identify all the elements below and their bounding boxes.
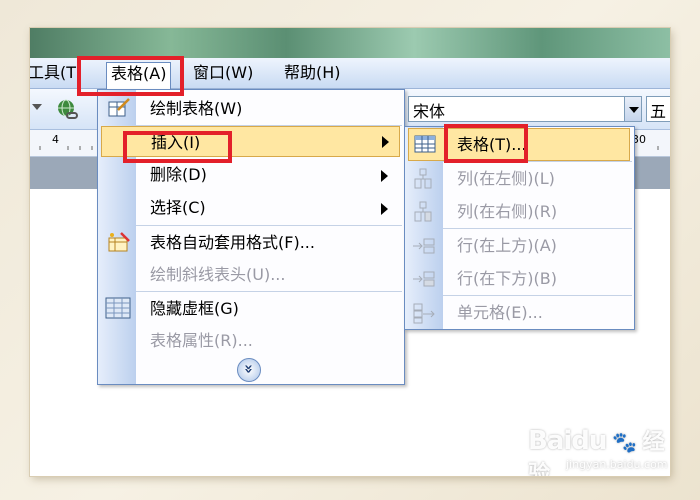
expand-menu-button[interactable]: »: [237, 358, 261, 382]
watermark-brand: Baidu: [528, 426, 607, 456]
submenu-item-row-below[interactable]: 行(在下方)(B): [405, 262, 634, 295]
menu-item-hide-gridlines[interactable]: 隐藏虚框(G): [98, 292, 404, 325]
dropdown-arrow-icon[interactable]: [32, 104, 42, 110]
draw-table-icon: [108, 98, 130, 117]
submenu-item-label: 列(在右侧)(R): [457, 202, 558, 221]
hyperlink-icon[interactable]: [54, 98, 82, 122]
menu-tools[interactable]: 工具(T): [30, 63, 82, 83]
insert-row-below-icon: [413, 271, 435, 287]
autoformat-icon: [108, 232, 130, 252]
menu-item-draw-table[interactable]: 绘制表格(W): [98, 92, 404, 125]
menu-item-label: 选择(C): [150, 198, 206, 217]
ruler-mark-left: 4: [52, 133, 59, 146]
submenu-arrow-icon: [381, 170, 388, 182]
menu-item-label: 绘制斜线表头(U)...: [150, 265, 286, 284]
chevron-double-down-icon: »: [239, 364, 258, 374]
watermark-url: jingyan.baidu.com: [566, 458, 668, 471]
menu-item-label: 表格属性(R)...: [150, 331, 253, 350]
menu-help[interactable]: 帮助(H): [284, 63, 341, 83]
submenu-item-column-left[interactable]: 列(在左侧)(L): [405, 162, 634, 195]
submenu-item-label: 行(在下方)(B): [457, 269, 557, 288]
insert-column-right-icon: [414, 201, 432, 222]
submenu-item-cell[interactable]: 单元格(E)...: [405, 296, 634, 329]
insert-row-above-icon: [413, 238, 435, 254]
submenu-item-label: 单元格(E)...: [457, 303, 543, 322]
submenu-item-label: 列(在左侧)(L): [457, 169, 555, 188]
font-name-dropdown-button[interactable]: [624, 96, 642, 122]
menu-window[interactable]: 窗口(W): [193, 63, 253, 83]
insert-cell-icon: [413, 303, 435, 324]
highlight-insert-item: [123, 131, 232, 163]
menu-item-draw-diagonal-header[interactable]: 绘制斜线表头(U)...: [98, 258, 404, 291]
submenu-item-column-right[interactable]: 列(在右侧)(R): [405, 195, 634, 228]
submenu-item-label: 行(在上方)(A): [457, 236, 557, 255]
highlight-submenu-table: [444, 124, 528, 163]
menu-item-table-properties[interactable]: 表格属性(R)...: [98, 324, 404, 357]
menu-item-select[interactable]: 选择(C): [98, 191, 404, 224]
menu-item-label: 隐藏虚框(G): [150, 299, 239, 318]
highlight-table-menu: [77, 56, 184, 96]
menu-item-label: 绘制表格(W): [150, 99, 243, 118]
font-name-value: 宋体: [413, 102, 446, 121]
submenu-item-row-above[interactable]: 行(在上方)(A): [405, 229, 634, 262]
font-size-value: 五: [650, 102, 667, 121]
font-name-box[interactable]: 宋体: [408, 96, 625, 122]
gridlines-icon: [105, 297, 131, 319]
chevron-down-icon: [629, 107, 639, 113]
menu-item-autoformat[interactable]: 表格自动套用格式(F)...: [98, 226, 404, 259]
font-size-box[interactable]: 五: [646, 96, 670, 122]
submenu-arrow-icon: [382, 136, 389, 148]
menu-item-label: 表格自动套用格式(F)...: [150, 233, 315, 252]
title-bar: [30, 28, 670, 58]
paw-icon: 🐾: [611, 430, 637, 454]
insert-column-left-icon: [414, 168, 432, 189]
submenu-arrow-icon: [381, 203, 388, 215]
table-icon: [414, 135, 436, 153]
word-window: 工具(T) 表格(A) 窗口(W) 帮助(H) 宋体 五 4 30 绘制表格(W…: [30, 28, 670, 476]
